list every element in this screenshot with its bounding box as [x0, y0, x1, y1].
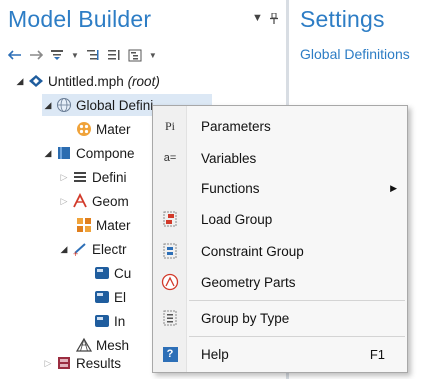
tree-node-materials[interactable]: Mater [74, 214, 131, 236]
results-icon [56, 355, 72, 371]
electric-currents-icon: + [72, 241, 88, 257]
show-icon[interactable] [50, 49, 64, 61]
tree-node-definitions[interactable]: ▷ Defini [58, 166, 127, 188]
tree-node-electric-insulation[interactable]: El [92, 286, 126, 308]
menu-separator [189, 300, 405, 301]
load-group-icon [153, 210, 187, 228]
materials-icon [76, 121, 92, 137]
tree-label: El [114, 289, 127, 305]
tree-label: Compone [76, 145, 135, 161]
expand-toggle-icon[interactable]: ◢ [42, 148, 54, 159]
globe-icon [56, 97, 72, 113]
tree-label: Cu [114, 265, 132, 281]
tree-label: Results [76, 355, 122, 371]
svg-text:+: + [73, 249, 78, 257]
domain-feature-icon [94, 265, 110, 281]
tree-node-current-conservation[interactable]: Cu [92, 262, 131, 284]
menu-item-variables[interactable]: a= Variables [153, 144, 407, 172]
mesh-icon [76, 337, 92, 353]
menu-item-functions[interactable]: Functions ▶ [153, 174, 407, 202]
help-icon: ? [153, 346, 187, 362]
expand-toggle-icon[interactable]: ▷ [42, 358, 54, 369]
menu-item-label: Group by Type [201, 310, 290, 326]
component-icon [56, 145, 72, 161]
show-dropdown-icon[interactable]: ▼ [71, 51, 79, 60]
expand-icon[interactable] [86, 49, 100, 61]
menu-item-shortcut: F1 [369, 346, 385, 362]
initial-values-icon [94, 313, 110, 329]
geometry-parts-icon [153, 273, 187, 291]
model-builder-title: Model Builder [8, 6, 152, 32]
parameters-icon: Pi [164, 118, 175, 133]
tree-view-dropdown-icon[interactable]: ▼ [149, 51, 157, 60]
tree-label: Mesh [96, 337, 130, 353]
dropdown-icon[interactable]: ▼ [252, 12, 263, 24]
collapse-icon[interactable] [107, 49, 121, 61]
settings-title: Settings [300, 6, 385, 32]
boundary-feature-icon [94, 289, 110, 305]
expand-toggle-icon[interactable]: ▷ [58, 172, 70, 183]
expand-toggle-icon[interactable]: ◢ [42, 100, 54, 111]
menu-item-help[interactable]: ? Help F1 [153, 340, 407, 368]
tree-node-initial-values[interactable]: In [92, 310, 125, 332]
geometry-icon [72, 193, 88, 209]
menu-item-parameters[interactable]: Pi Parameters [153, 112, 407, 140]
menu-item-label: Geometry Parts [201, 274, 296, 290]
tree-label: Mater [96, 121, 131, 137]
tree-node-electric-currents[interactable]: ◢ + Electr [58, 238, 127, 260]
menu-item-constraint-group[interactable]: Constraint Group [153, 237, 407, 265]
menu-separator [189, 336, 405, 337]
tree-label: Geom [92, 193, 129, 209]
menu-item-label: Parameters [201, 118, 271, 134]
expand-toggle-icon[interactable]: ◢ [14, 76, 26, 87]
expand-toggle-icon[interactable]: ▷ [58, 196, 70, 207]
tree-node-component[interactable]: ◢ Compone [42, 142, 135, 164]
menu-item-label: Constraint Group [201, 243, 304, 259]
materials-grid-icon [76, 217, 92, 233]
pin-icon[interactable] [269, 12, 278, 24]
group-by-type-icon [153, 309, 187, 327]
model-root-icon [28, 73, 44, 89]
tree-node-results[interactable]: ▷ Results [42, 352, 121, 374]
menu-item-group-by-type[interactable]: Group by Type [153, 304, 407, 332]
tree-label: In [114, 313, 126, 329]
settings-subtitle: Global Definitions [300, 46, 410, 62]
model-builder-toolbar: ▼ ▼ [8, 46, 157, 64]
menu-item-label: Variables [201, 150, 257, 166]
tree-node-root[interactable]: ◢ Untitled.mph (root) [14, 70, 160, 92]
menu-item-label: Help [201, 346, 229, 362]
tree-label: Mater [96, 217, 131, 233]
submenu-arrow-icon: ▶ [390, 182, 397, 193]
tree-view-icon[interactable] [128, 49, 142, 62]
tree-label: Defini [92, 169, 127, 185]
definitions-icon [72, 169, 88, 185]
window-controls: ▼ [252, 12, 282, 24]
menu-item-geometry-parts[interactable]: Geometry Parts [153, 268, 407, 296]
back-arrow-icon[interactable] [8, 50, 22, 60]
tree-node-global-materials[interactable]: Mater [74, 118, 131, 140]
tree-label: Global Defini [76, 97, 154, 113]
menu-item-label: Functions [201, 180, 260, 196]
tree-label: Untitled.mph (root) [48, 73, 160, 89]
constraint-group-icon [153, 242, 187, 260]
menu-item-load-group[interactable]: Load Group [153, 205, 407, 233]
expand-toggle-icon[interactable]: ◢ [58, 244, 70, 255]
menu-item-label: Load Group [201, 211, 273, 227]
variables-icon: a= [163, 152, 177, 164]
tree-node-geometry[interactable]: ▷ Geom [58, 190, 129, 212]
tree-label: Electr [92, 241, 127, 257]
forward-arrow-icon[interactable] [29, 50, 43, 60]
context-menu: Pi Parameters a= Variables Functions ▶ L… [152, 105, 408, 373]
